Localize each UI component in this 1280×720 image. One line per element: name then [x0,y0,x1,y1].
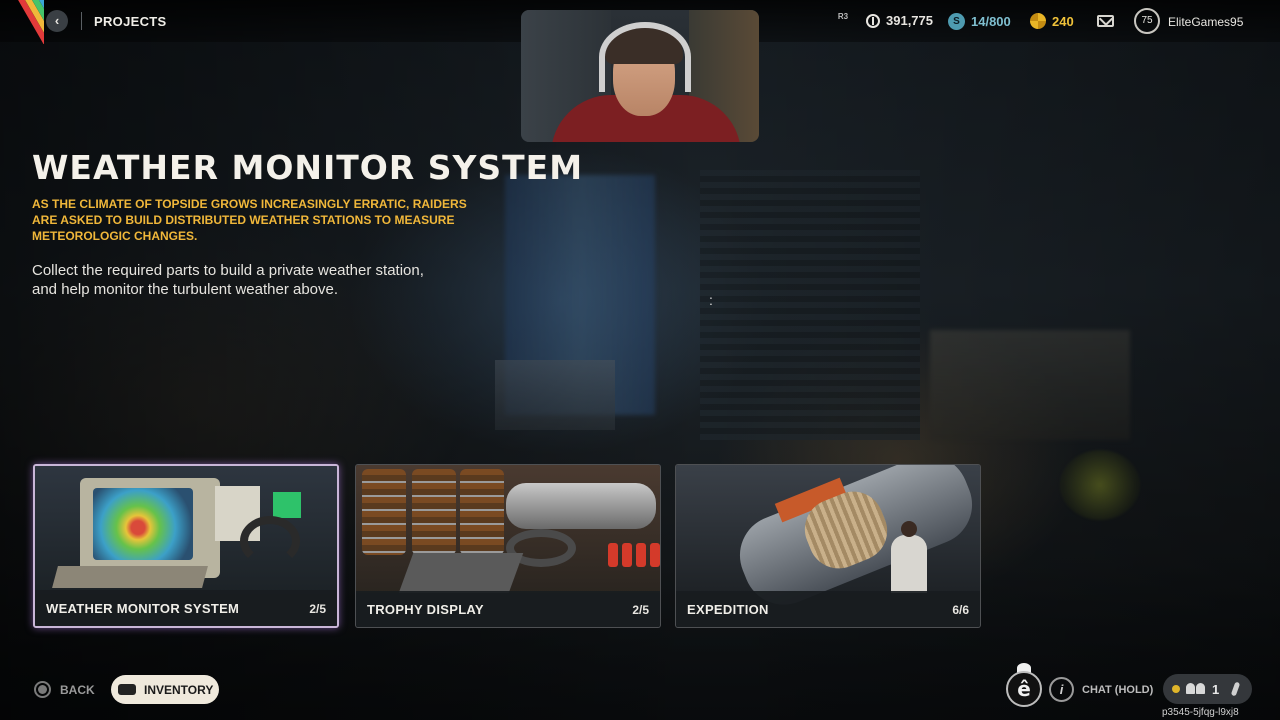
section-title: PROJECTS [94,14,167,29]
card-progress: 2/5 [632,603,649,617]
inventory-button[interactable]: INVENTORY [111,675,219,704]
back-label: BACK [60,682,95,697]
gamepad-icon [118,684,136,695]
coin-icon [866,13,880,28]
back-button[interactable]: BACK [34,681,95,698]
inventory-label: INVENTORY [144,682,214,697]
streamer-logo: ê [1006,671,1042,707]
party-count: 1 [1212,681,1220,697]
status-dot-icon [1172,685,1180,693]
session-code: p3545-5jfqg-l9xj8 [1162,707,1239,718]
r3-hint-icon: R3 [837,12,849,21]
card-title: WEATHER MONITOR SYSTEM [46,601,240,616]
gold-value: 240 [1052,13,1074,29]
expedition-image [676,465,980,617]
party-icon [1186,683,1206,695]
back-arrow-icon[interactable]: ‹ [46,10,68,32]
cursor-icon: : [709,292,713,308]
stash-value: 14/800 [971,14,1011,29]
chat-hint: CHAT (HOLD) [1082,684,1154,696]
webcam-overlay [521,10,759,142]
gold-icon [1030,13,1046,29]
webcam-headset [599,22,691,92]
project-description: Collect the required parts to build a pr… [32,262,424,298]
card-progress: 2/5 [309,602,326,616]
divider [81,12,82,30]
info-icon[interactable]: i [1049,677,1074,702]
card-title: TROPHY DISPLAY [367,602,484,617]
party-widget[interactable]: 1 [1163,674,1252,704]
project-card-trophy-display[interactable]: TROPHY DISPLAY 2/5 [355,464,661,628]
card-title: EXPEDITION [687,602,769,617]
player-level-badge: 75 [1134,8,1160,34]
stash-icon: S [948,13,965,30]
circle-button-icon [34,681,51,698]
gold-counter: 240 [1030,13,1074,29]
project-lore: AS THE CLIMATE OF TOPSIDE GROWS INCREASI… [32,197,467,243]
card-progress: 6/6 [952,603,969,617]
stash-counter: S 14/800 [948,13,1011,30]
username[interactable]: EliteGames95 [1168,15,1243,29]
project-card-weather-monitor[interactable]: WEATHER MONITOR SYSTEM 2/5 [33,464,339,628]
project-title: WEATHER MONITOR SYSTEM [32,148,584,187]
brand-stripes-icon [0,0,44,44]
mail-icon[interactable] [1097,15,1114,27]
weather-monitor-image [35,466,337,594]
trophy-display-image [356,465,660,593]
coins-counter: 391,775 [866,13,933,28]
project-card-expedition[interactable]: EXPEDITION 6/6 [675,464,981,628]
coins-value: 391,775 [886,13,933,28]
mic-icon[interactable] [1230,681,1241,697]
